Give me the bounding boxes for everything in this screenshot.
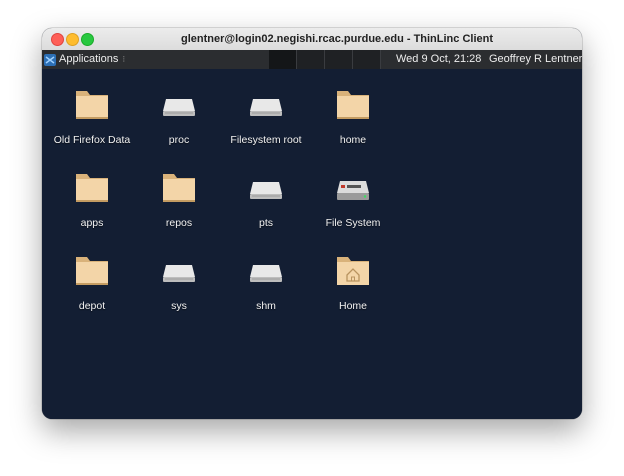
desktop-item-label: sys xyxy=(171,300,187,312)
desktop-item-label: shm xyxy=(256,300,276,312)
desktop-item-label: Home xyxy=(338,300,367,312)
desktop-item-label: repos xyxy=(165,217,193,229)
desktop-item-home[interactable]: home xyxy=(313,85,393,147)
workspace-1[interactable] xyxy=(269,50,297,69)
desktop-item-apps[interactable]: apps xyxy=(52,168,132,230)
desktop-item-pts[interactable]: pts xyxy=(226,168,306,230)
workspace-3[interactable] xyxy=(325,50,353,69)
harddisk-icon xyxy=(337,181,369,200)
window-titlebar[interactable]: glentner@login02.negishi.rcac.purdue.edu… xyxy=(42,28,582,51)
window-title: glentner@login02.negishi.rcac.purdue.edu… xyxy=(180,33,494,45)
folder-icon xyxy=(76,257,108,285)
panel-user-menu[interactable]: Geoffrey R Lentner xyxy=(489,50,582,69)
maximize-button[interactable] xyxy=(81,33,94,46)
folder-icon xyxy=(76,91,108,119)
desktop-item-label: depot xyxy=(78,300,106,312)
panel-clock[interactable]: Wed 9 Oct, 21:28 xyxy=(396,50,481,69)
panel-separator-handle: ⁝ xyxy=(122,54,126,64)
close-button[interactable] xyxy=(51,33,64,46)
minimize-button[interactable] xyxy=(66,33,79,46)
desktop-item-file-system[interactable]: File System xyxy=(313,168,393,230)
home-folder-icon xyxy=(337,257,369,285)
desktop-item-shm[interactable]: shm xyxy=(226,251,306,313)
desktop-item-filesystem-root[interactable]: Filesystem root xyxy=(226,85,306,147)
folder-icon xyxy=(337,91,369,119)
workspace-2[interactable] xyxy=(297,50,325,69)
thinlinc-window: glentner@login02.negishi.rcac.purdue.edu… xyxy=(42,28,582,419)
desktop-area[interactable]: Old Firefox Data proc Filesystem root ho… xyxy=(42,69,582,419)
top-panel: Applications ⁝ Wed 9 Oct, 21:28 Geoffrey… xyxy=(42,50,582,69)
desktop-item-label: apps xyxy=(80,217,104,229)
desktop-item-label: pts xyxy=(258,217,273,229)
drive-icon xyxy=(163,99,195,116)
folder-icon xyxy=(76,174,108,202)
desktop-item-repos[interactable]: repos xyxy=(139,168,219,230)
desktop-item-label: proc xyxy=(168,134,190,146)
applications-label: Applications xyxy=(59,53,119,65)
drive-icon xyxy=(250,99,282,116)
drive-icon xyxy=(163,265,195,282)
xfce-logo-icon xyxy=(44,53,56,66)
desktop-item-label: Filesystem root xyxy=(230,134,302,146)
desktop-item-label: home xyxy=(339,134,367,146)
desktop-item-depot[interactable]: depot xyxy=(52,251,132,313)
folder-icon xyxy=(163,174,195,202)
workspace-switcher[interactable] xyxy=(269,50,381,69)
applications-menu[interactable]: Applications ⁝ xyxy=(44,50,125,69)
desktop-item-proc[interactable]: proc xyxy=(139,85,219,147)
drive-icon xyxy=(250,265,282,282)
desktop-item-home-folder[interactable]: Home xyxy=(313,251,393,313)
desktop-item-label: File System xyxy=(325,217,381,229)
drive-icon xyxy=(250,182,282,199)
desktop-item-label: Old Firefox Data xyxy=(53,134,131,146)
workspace-4[interactable] xyxy=(353,50,381,69)
desktop-item-sys[interactable]: sys xyxy=(139,251,219,313)
desktop-item-old-firefox-data[interactable]: Old Firefox Data xyxy=(52,85,132,147)
